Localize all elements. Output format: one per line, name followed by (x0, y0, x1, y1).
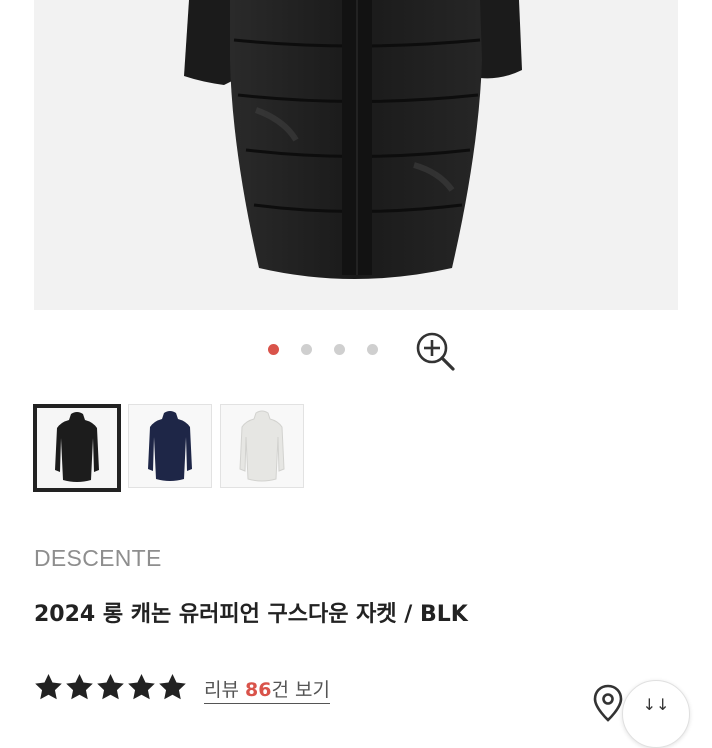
carousel-dot[interactable] (334, 344, 345, 355)
product-title: 2024 롱 캐논 유러피언 구스다운 자켓 / BLK (34, 602, 468, 627)
carousel-dot[interactable] (367, 344, 378, 355)
thumbnail-navy[interactable] (128, 404, 212, 488)
review-prefix: 리뷰 (204, 679, 245, 701)
carousel-pagination (0, 340, 712, 360)
thumbnail-black[interactable] (33, 404, 121, 492)
product-main-image[interactable] (34, 0, 678, 310)
review-count: 86 (245, 679, 272, 701)
down-jacket-image (184, 0, 522, 279)
zoom-in-icon[interactable] (414, 330, 456, 372)
thumbnail-white[interactable] (220, 404, 304, 488)
review-link[interactable]: 리뷰 86건 보기 (204, 675, 330, 704)
review-suffix: 건 보기 (271, 679, 330, 701)
jacket-thumbnail-image (221, 405, 303, 487)
star-icon (159, 673, 186, 700)
star-icon (97, 673, 124, 700)
star-icon (128, 673, 155, 700)
floating-button-label: ↓↓ (642, 695, 670, 714)
star-icon (66, 673, 93, 700)
brand-name[interactable]: DESCENTE (34, 545, 162, 572)
carousel-dot[interactable] (301, 344, 312, 355)
carousel-dot[interactable] (268, 344, 279, 355)
jacket-thumbnail-image (37, 408, 117, 488)
floating-scroll-button[interactable]: ↓↓ (622, 680, 690, 748)
star-icon (35, 673, 62, 700)
jacket-thumbnail-image (129, 405, 211, 487)
